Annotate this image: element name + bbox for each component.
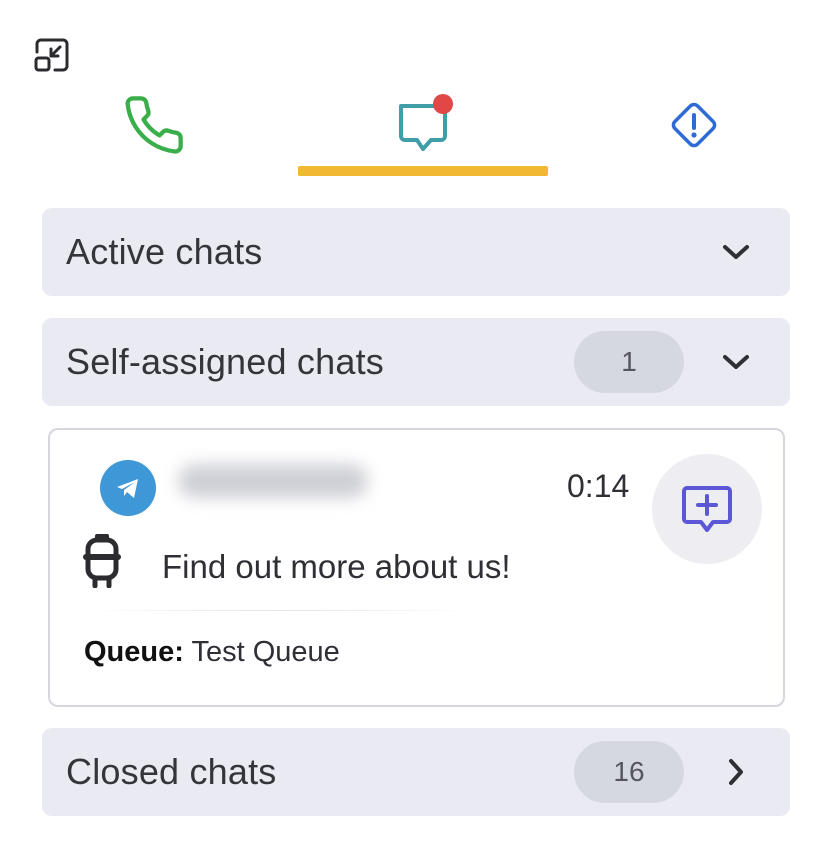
- queue-info: Queue: Test Queue: [84, 636, 340, 669]
- chat-time: 0:14: [567, 468, 630, 504]
- chevron-right-icon[interactable]: [718, 754, 754, 790]
- add-comment-button[interactable]: [652, 454, 762, 564]
- divider: [90, 610, 470, 611]
- notification-badge: [433, 94, 453, 114]
- section-title: Closed chats: [66, 751, 277, 792]
- active-tab-indicator: [298, 166, 548, 176]
- chevron-down-icon[interactable]: [718, 344, 754, 380]
- queue-value: Test Queue: [191, 636, 340, 668]
- last-message: Find out more about us!: [162, 548, 511, 585]
- phone-icon: [125, 96, 183, 154]
- chevron-down-icon[interactable]: [718, 234, 754, 270]
- section-title: Self-assigned chats: [66, 341, 384, 382]
- telegram-icon: [100, 460, 156, 516]
- contact-name-blurred: [178, 464, 368, 498]
- count-badge: 16: [574, 741, 684, 803]
- tab-chats[interactable]: [364, 80, 484, 170]
- section-active-chats[interactable]: Active chats: [42, 208, 790, 296]
- queue-label: Queue:: [84, 636, 184, 668]
- add-comment-icon: [682, 486, 732, 532]
- collapse-window-button[interactable]: [30, 36, 72, 76]
- tab-phone[interactable]: [94, 80, 214, 170]
- minimize-window-icon: [34, 38, 69, 72]
- chat-bubble-icon: [399, 94, 453, 151]
- channel-tabs: [0, 80, 832, 180]
- section-title: Active chats: [66, 231, 263, 272]
- alert-diamond-icon: [671, 102, 717, 148]
- tab-alerts[interactable]: [634, 80, 754, 170]
- section-self-assigned-chats[interactable]: Self-assigned chats 1: [42, 318, 790, 406]
- chat-card[interactable]: 0:14 Find out more about us! Queue: Test…: [48, 428, 785, 707]
- bot-icon: [83, 534, 121, 588]
- count-badge: 1: [574, 331, 684, 393]
- section-closed-chats[interactable]: Closed chats 16: [42, 728, 790, 816]
